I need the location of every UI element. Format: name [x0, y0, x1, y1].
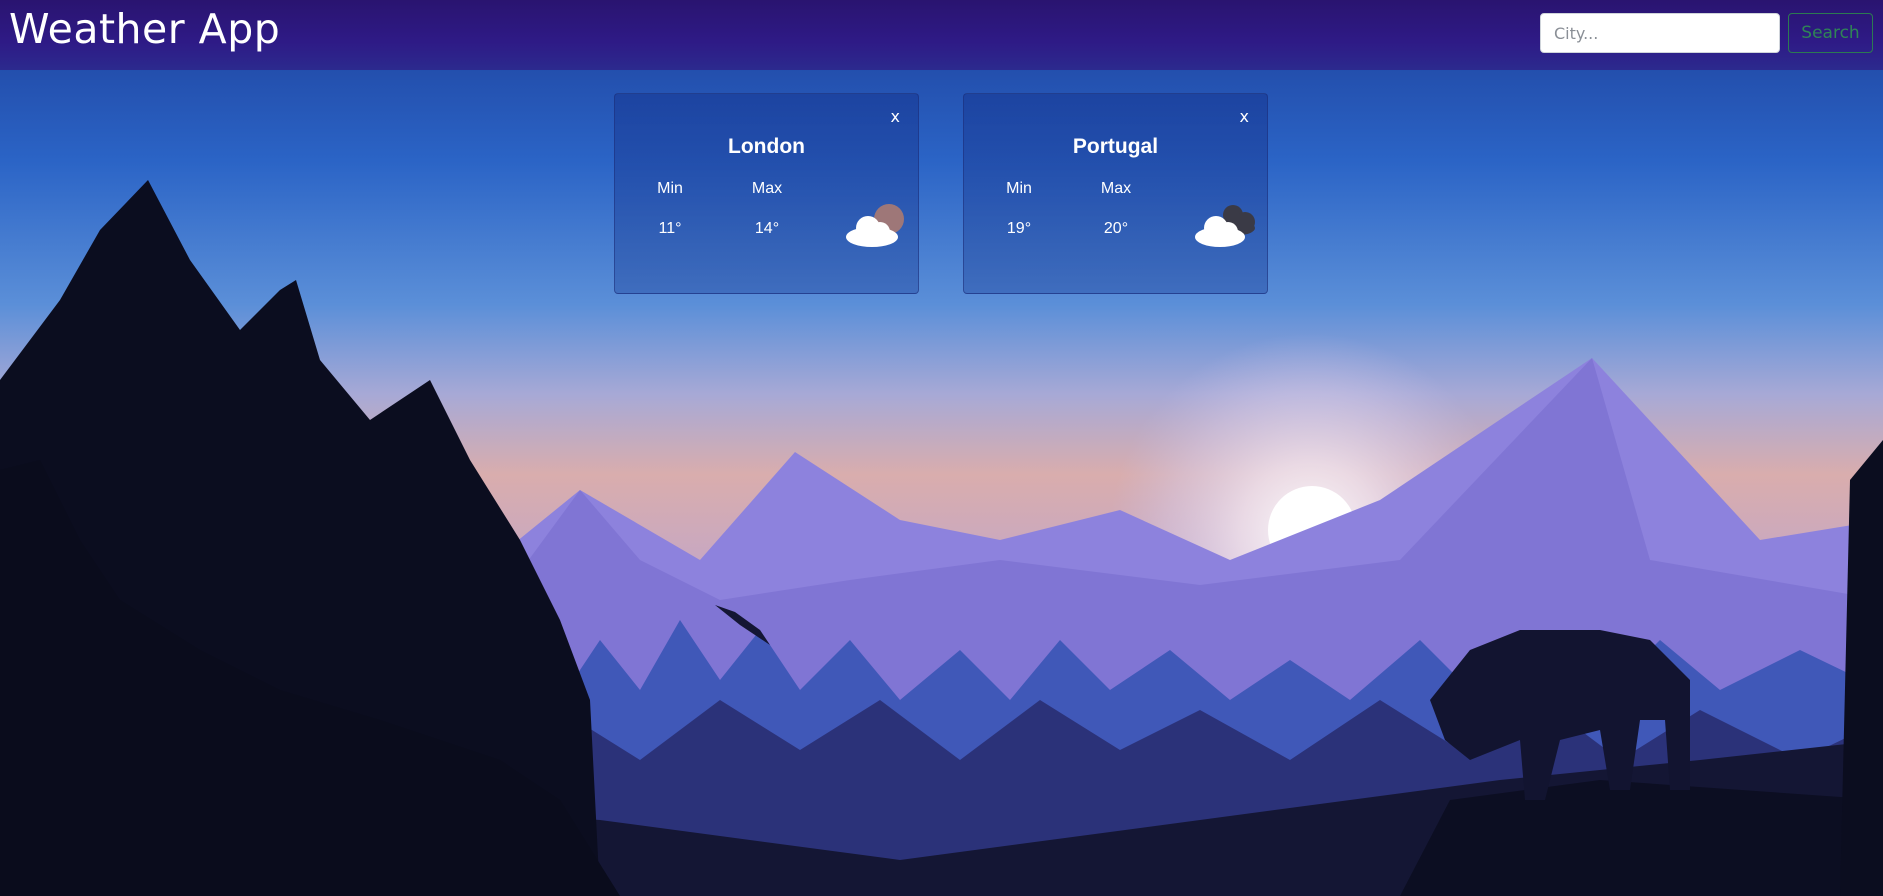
city-search-input[interactable]: [1540, 13, 1780, 53]
background-landscape: [0, 0, 1883, 896]
max-temp-column: Max 14°: [727, 180, 807, 238]
min-label: Min: [657, 180, 683, 197]
max-temp-column: Max 20°: [1076, 180, 1156, 238]
partly-cloudy-icon: [846, 204, 904, 247]
min-label: Min: [1006, 180, 1032, 197]
city-name: Portugal: [1072, 135, 1159, 158]
min-temp-value: 19°: [1006, 220, 1032, 237]
app-title: Weather App: [9, 5, 281, 53]
max-label: Max: [751, 180, 783, 197]
dark-clouds-icon: [1195, 205, 1255, 247]
city-name: London: [728, 135, 805, 158]
min-temp-value: 11°: [658, 220, 682, 237]
max-label: Max: [1100, 180, 1132, 197]
close-card-button[interactable]: x: [1240, 107, 1249, 126]
max-temp-value: 14°: [754, 220, 780, 237]
min-temp-column: Min 11°: [630, 180, 710, 238]
weather-card-portugal: x Portugal Min 19° Max 20°: [963, 93, 1268, 294]
max-temp-value: 20°: [1103, 220, 1129, 237]
weather-card-london: x London Min 11° Max 14°: [614, 93, 919, 294]
navbar: Weather App Search: [0, 0, 1883, 70]
min-temp-column: Min 19°: [979, 180, 1059, 238]
close-card-button[interactable]: x: [891, 107, 900, 126]
search-button[interactable]: Search: [1788, 13, 1873, 53]
